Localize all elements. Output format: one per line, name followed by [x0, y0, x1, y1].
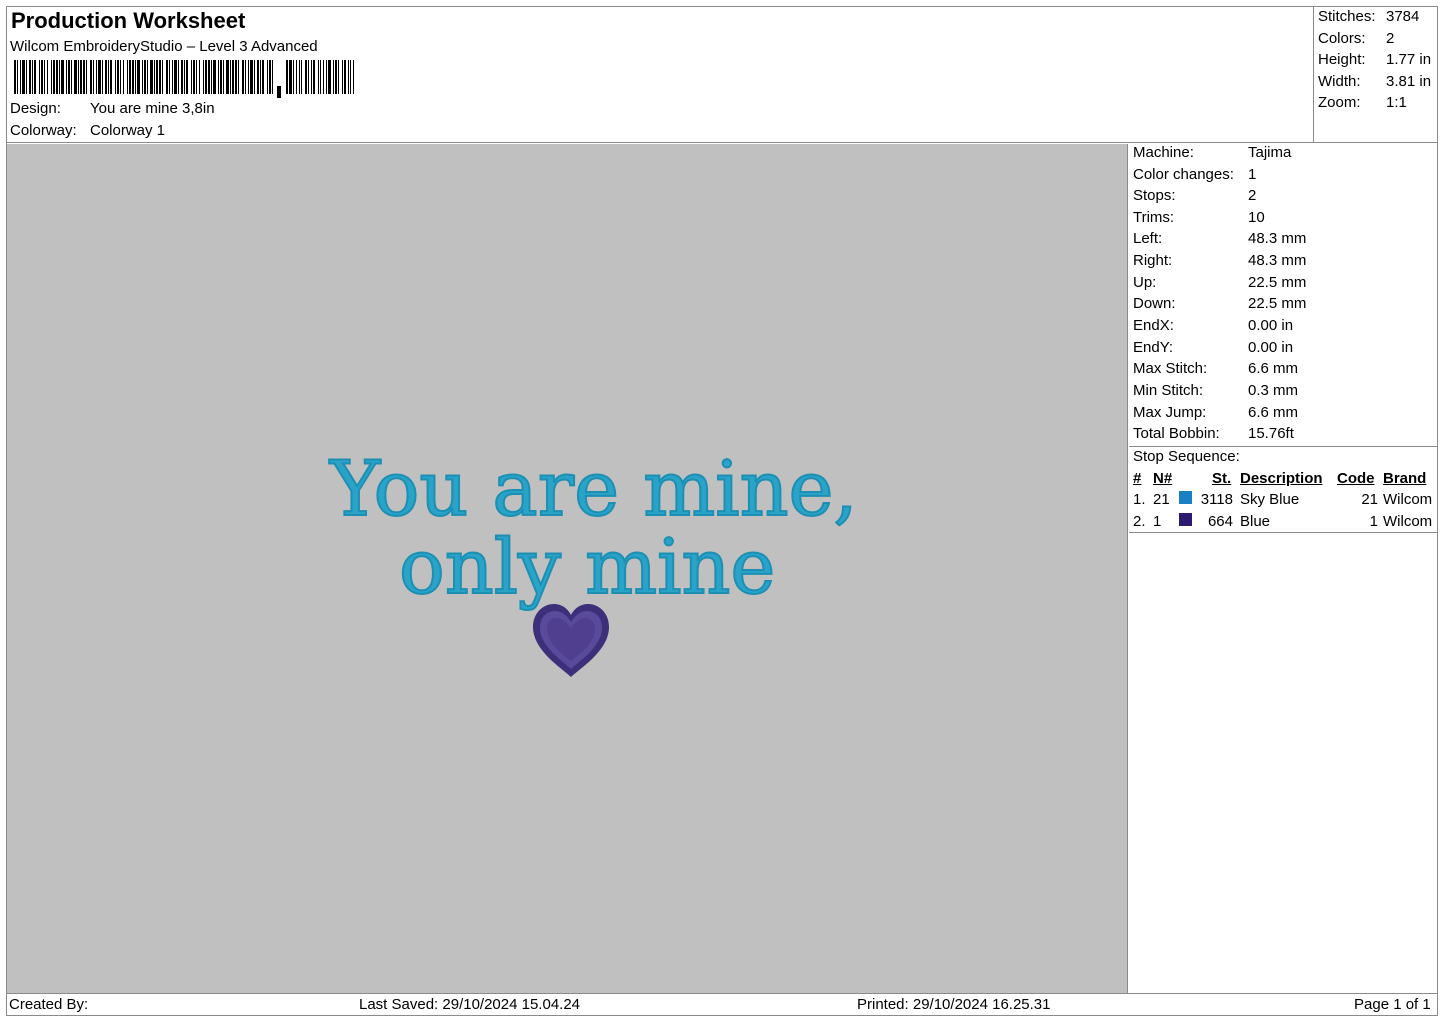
info-max-stitch: Max Stitch: 6.6 mm	[1133, 360, 1299, 377]
heart-icon	[533, 604, 609, 677]
seq-header-st: St.	[1212, 470, 1232, 487]
design-text-line-2: only mine	[398, 521, 776, 612]
stat-width: Width: 3.81 in	[1318, 73, 1432, 90]
info-total-bobbin: Total Bobbin: 15.76ft	[1133, 425, 1294, 442]
stop-sequence-title: Stop Sequence:	[1133, 448, 1240, 465]
stat-zoom: Zoom: 1:1	[1318, 94, 1407, 111]
barcode	[14, 60, 354, 98]
info-down: Down: 22.5 mm	[1133, 295, 1307, 312]
divider	[1129, 532, 1438, 533]
info-machine: Machine: Tajima	[1133, 144, 1292, 161]
info-max-jump: Max Jump: 6.6 mm	[1133, 404, 1299, 421]
info-left: Left: 48.3 mm	[1133, 230, 1307, 247]
design-value: You are mine 3,8in	[90, 100, 215, 117]
colorway-row: Colorway: Colorway 1	[10, 122, 165, 139]
worksheet-header: Production Worksheet Wilcom EmbroiderySt…	[6, 6, 1314, 143]
info-min-stitch: Min Stitch: 0.3 mm	[1133, 382, 1299, 399]
stat-colors: Colors: 2	[1318, 30, 1395, 47]
info-trims: Trims: 10	[1133, 209, 1265, 226]
info-stops: Stops: 2	[1133, 187, 1257, 204]
seq-header-description: Description	[1240, 470, 1323, 487]
info-endx: EndX: 0.00 in	[1133, 317, 1294, 334]
info-right: Right: 48.3 mm	[1133, 252, 1307, 269]
design-label: Design:	[10, 100, 61, 117]
color-swatch	[1179, 513, 1192, 526]
created-by: Created By:	[9, 996, 89, 1013]
color-swatch	[1179, 491, 1192, 504]
seq-header-index: #	[1133, 470, 1142, 487]
worksheet-footer: Created By: Last Saved: 29/10/2024 15.04…	[6, 993, 1438, 1016]
machine-info-panel: Machine: Tajima Color changes: 1 Stops: 2 T…	[1129, 144, 1438, 993]
info-endy: EndY: 0.00 in	[1133, 339, 1294, 356]
seq-header-code: Code	[1337, 470, 1375, 487]
last-saved: Last Saved: 29/10/2024 15.04.24	[359, 996, 581, 1013]
divider	[1129, 446, 1438, 447]
page-title: Production Worksheet	[11, 8, 246, 33]
page-number: Page 1 of 1	[1354, 996, 1431, 1013]
printed-date: Printed: 29/10/2024 16.25.31	[857, 996, 1051, 1013]
info-up: Up: 22.5 mm	[1133, 274, 1307, 291]
info-color-changes: Color changes: 1	[1133, 166, 1257, 183]
colorway-value: Colorway 1	[90, 122, 166, 139]
stat-stitches: Stitches: 3784	[1318, 8, 1420, 25]
software-name: Wilcom EmbroideryStudio – Level 3 Advanc…	[10, 38, 318, 55]
colorway-label: Colorway:	[10, 122, 77, 139]
seq-header-n: N#	[1153, 470, 1173, 487]
design-text-line-1: You are mine,	[329, 443, 859, 534]
seq-header-brand: Brand	[1383, 470, 1427, 487]
design-row: Design: You are mine 3,8in	[10, 100, 215, 117]
design-stats: Stitches: 3784 Colors: 2 Height: 1.77 in Wi…	[1314, 6, 1438, 143]
stat-height: Height: 1.77 in	[1318, 51, 1432, 68]
design-preview-canvas: You are mine, only mine	[7, 144, 1128, 993]
